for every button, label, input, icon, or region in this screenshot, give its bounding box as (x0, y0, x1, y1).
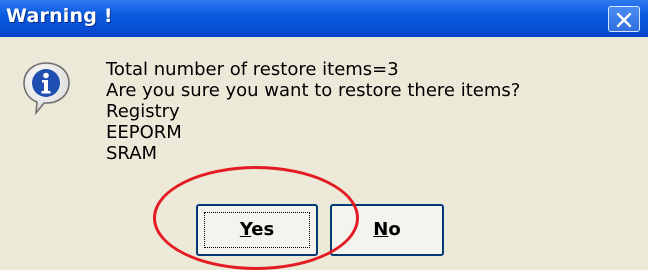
no-button[interactable]: No (330, 204, 444, 256)
no-button-label: No (373, 219, 401, 240)
message-text: Total number of restore items=3 Are you … (106, 59, 520, 164)
message-line-question: Are you sure you want to restore there i… (106, 80, 521, 101)
message-line-registry: Registry (106, 101, 180, 122)
message-line-total: Total number of restore items=3 (106, 59, 399, 80)
title-bar: Warning ! (0, 0, 648, 37)
message-line-eeporm: EEPORM (106, 122, 182, 143)
close-icon (616, 12, 632, 28)
close-button[interactable] (608, 6, 640, 32)
yes-button[interactable]: Yes (196, 204, 318, 256)
message-line-sram: SRAM (106, 143, 158, 164)
info-icon (23, 62, 70, 116)
window-title: Warning ! (6, 5, 113, 27)
yes-button-label: Yes (239, 219, 275, 240)
